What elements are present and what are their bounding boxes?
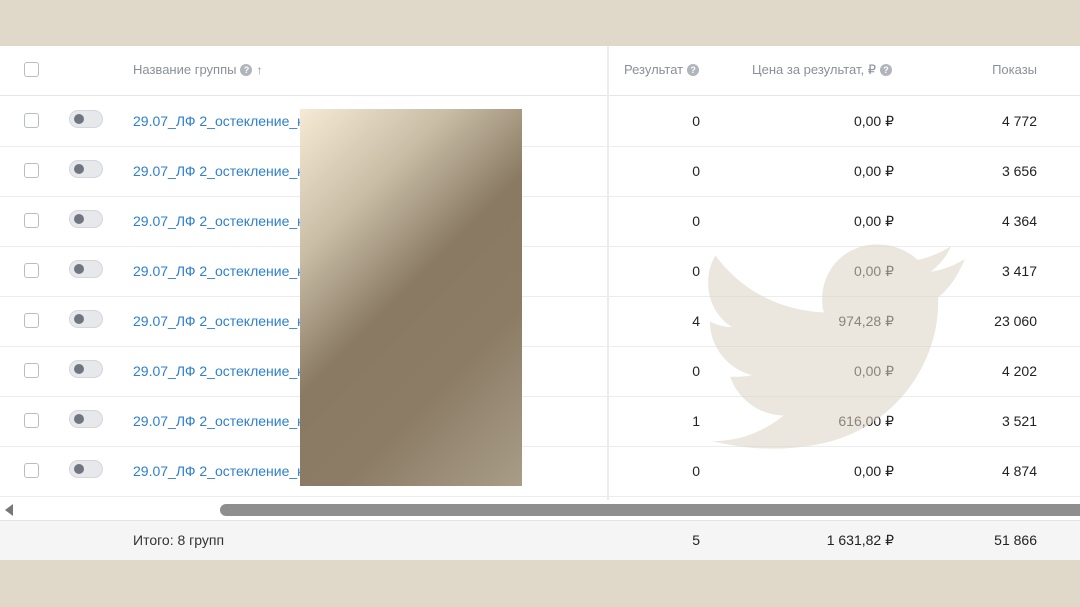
price-value: 0,00 ₽ [853,463,894,479]
shows-value: 3 417 [1001,263,1037,279]
status-toggle[interactable] [69,360,103,378]
row-checkbox[interactable] [24,113,39,128]
row-checkbox[interactable] [24,213,39,228]
price-value: 0,00 ₽ [853,163,894,179]
horizontal-scrollbar[interactable] [0,500,1080,520]
status-toggle[interactable] [69,210,103,228]
status-toggle[interactable] [69,260,103,278]
group-name-link[interactable]: 29.07_ЛФ 2_остекление_к [133,213,303,229]
table-row: 29.07_ЛФ 2_остекление_к 0 0,00 ₽ 4 364 [0,196,1080,247]
scroll-left-icon[interactable] [5,504,13,516]
status-toggle[interactable] [69,110,103,128]
toggle-knob [74,164,84,174]
column-header-result[interactable]: Результат ? [624,62,700,77]
toggle-knob [74,414,84,424]
shows-value: 4 874 [1001,463,1037,479]
toggle-knob [74,314,84,324]
scrollbar-thumb[interactable] [220,504,1080,516]
price-value: 0,00 ₽ [853,263,894,279]
shows-value: 4 202 [1001,363,1037,379]
status-toggle[interactable] [69,160,103,178]
help-icon[interactable]: ? [879,64,892,76]
table-row: 29.07_ЛФ 2_остекление_к 0 0,00 ₽ 4 874 [0,446,1080,497]
result-value: 0 [692,363,700,379]
result-value: 0 [692,113,700,129]
column-header-name-label: Название группы [133,62,237,77]
total-result: 5 [692,532,700,548]
column-header-price[interactable]: Цена за результат, ₽ ? [752,62,892,78]
price-value: 0,00 ₽ [853,213,894,229]
status-toggle[interactable] [69,310,103,328]
group-name-link[interactable]: 29.07_ЛФ 2_остекление_к [133,263,303,279]
group-name-link[interactable]: 29.07_ЛФ 2_остекление_к [133,163,303,179]
shows-value: 3 521 [1001,413,1037,429]
price-value: 974,28 ₽ [838,313,894,329]
column-header-result-label: Результат [624,62,684,77]
redaction-block [300,109,522,486]
group-name-link[interactable]: 29.07_ЛФ 2_остекление_к [133,413,303,429]
table-row: 29.07_ЛФ 2_остекление_к 0 0,00 ₽ 4 772 [0,96,1080,147]
toggle-knob [74,364,84,374]
toggle-knob [74,264,84,274]
group-name-link[interactable]: 29.07_ЛФ 2_остекление_к [133,113,303,129]
shows-value: 4 364 [1001,213,1037,229]
result-value: 4 [692,313,700,329]
table-row: 29.07_ЛФ 2_остекление_к 0 0,00 ₽ 3 417 [0,246,1080,297]
table-row: 29.07_ЛФ 2_остекление_к 0 0,00 ₽ 3 656 [0,146,1080,197]
table-header: Название группы ? ↑ Результат ? Цена за … [0,46,1080,96]
result-value: 0 [692,163,700,179]
group-name-link[interactable]: 29.07_ЛФ 2_остекление_к [133,363,303,379]
row-checkbox[interactable] [24,463,39,478]
toggle-knob [74,464,84,474]
help-icon[interactable]: ? [687,63,700,76]
shows-value: 23 060 [994,313,1037,329]
group-name-link[interactable]: 29.07_ЛФ 2_остекление_к [133,313,303,329]
totals-label: Итого: 8 групп [133,532,225,548]
status-toggle[interactable] [69,460,103,478]
ad-groups-table: Название группы ? ↑ Результат ? Цена за … [0,46,1080,560]
total-price: 1 631,82 ₽ [826,532,894,548]
toggle-knob [74,114,84,124]
select-all-checkbox[interactable] [24,62,39,77]
table-row: 29.07_ЛФ 2_остекление_к 0 0,00 ₽ 4 202 [0,346,1080,397]
result-value: 0 [692,263,700,279]
row-checkbox[interactable] [24,413,39,428]
column-header-shows[interactable]: Показы [992,62,1037,77]
price-value: 0,00 ₽ [853,113,894,129]
table-row: 29.07_ЛФ 2_остекление_к 1 616,00 ₽ 3 521 [0,396,1080,447]
row-checkbox[interactable] [24,163,39,178]
shows-value: 3 656 [1001,163,1037,179]
result-value: 0 [692,213,700,229]
result-value: 1 [692,413,700,429]
column-header-shows-label: Показы [992,62,1037,77]
shows-value: 4 772 [1001,113,1037,129]
column-header-name[interactable]: Название группы ? ↑ [133,62,262,77]
price-value: 0,00 ₽ [853,363,894,379]
result-value: 0 [692,463,700,479]
table-row: 29.07_ЛФ 2_остекление_к 4 974,28 ₽ 23 06… [0,296,1080,347]
column-header-price-label: Цена за результат, ₽ [752,62,876,77]
group-name-link[interactable]: 29.07_ЛФ 2_остекление_к [133,463,303,479]
toggle-knob [74,214,84,224]
total-shows: 51 866 [994,532,1037,548]
row-checkbox[interactable] [24,363,39,378]
row-checkbox[interactable] [24,313,39,328]
totals-row: Итого: 8 групп 5 1 631,82 ₽ 51 866 [0,520,1080,560]
help-icon[interactable]: ? [240,63,253,76]
status-toggle[interactable] [69,410,103,428]
price-value: 616,00 ₽ [838,413,894,429]
sort-ascending-icon[interactable]: ↑ [256,63,262,77]
row-checkbox[interactable] [24,263,39,278]
